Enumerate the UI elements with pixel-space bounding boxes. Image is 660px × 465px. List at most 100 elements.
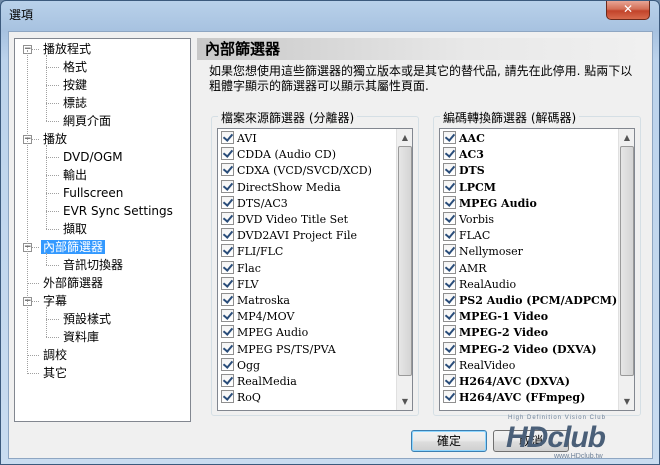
filter-checkbox[interactable] — [221, 228, 234, 242]
tree-item[interactable]: 輸出 — [61, 167, 89, 183]
filter-checkbox[interactable] — [443, 374, 456, 387]
transform-filter-item[interactable]: MPEG-2 Video (DXVA) — [443, 341, 597, 358]
transform-filter-item[interactable]: LPCM — [443, 179, 496, 196]
filter-checkbox[interactable] — [443, 212, 456, 225]
filter-checkbox[interactable] — [221, 276, 234, 290]
scroll-up-icon[interactable]: ▲ — [619, 129, 634, 146]
filter-checkbox[interactable] — [443, 179, 456, 193]
filter-checkbox[interactable] — [443, 163, 456, 177]
source-filter-item[interactable]: DVD Video Title Set — [221, 212, 348, 228]
filter-checkbox[interactable] — [443, 131, 456, 144]
source-filters-list[interactable]: AVI CDDA (Audio CD) CDXA (VCD/SVCD/XCD) Dir… — [217, 128, 413, 411]
title-bar[interactable]: 選項 ✕ — [1, 1, 659, 27]
filter-checkbox[interactable] — [443, 147, 456, 161]
transform-filter-item[interactable]: PS2 Audio (PCM/ADPCM) — [443, 293, 617, 309]
filter-checkbox[interactable] — [221, 341, 234, 355]
source-filter-item[interactable]: Flac — [221, 260, 261, 277]
filter-checkbox[interactable] — [221, 163, 234, 177]
scroll-down-icon[interactable]: ▼ — [619, 393, 634, 410]
filter-checkbox[interactable] — [221, 244, 234, 258]
source-filter-item[interactable]: DTS/AC3 — [221, 195, 288, 212]
filter-checkbox[interactable] — [221, 357, 234, 371]
source-filter-item[interactable]: FLI/FLC — [221, 244, 283, 260]
transform-filter-item[interactable]: RealAudio — [443, 276, 516, 293]
filter-checkbox[interactable] — [221, 325, 234, 339]
filter-checkbox[interactable] — [443, 357, 456, 371]
tree-item[interactable]: EVR Sync Settings — [61, 203, 175, 219]
source-filter-item[interactable]: MP4/MOV — [221, 309, 294, 325]
transform-filter-item[interactable]: RealVideo — [443, 357, 515, 374]
ok-button[interactable]: 確定 — [411, 430, 487, 452]
transform-filter-item[interactable]: MPEG-1 Video — [443, 309, 548, 325]
tree-item[interactable]: 播放程式 — [41, 41, 93, 57]
source-filter-item[interactable]: MPEG PS/TS/PVA — [221, 341, 336, 358]
tree-item[interactable]: 網頁介面 — [61, 113, 113, 129]
tree-item[interactable]: 資料庫 — [61, 329, 101, 345]
tree-branch-line — [46, 253, 47, 265]
filter-checkbox[interactable] — [443, 276, 456, 290]
filter-checkbox[interactable] — [443, 325, 456, 339]
transform-filter-item[interactable]: MPEG-2 Video — [443, 325, 548, 341]
source-filter-item[interactable]: RealMedia — [221, 374, 297, 390]
tree-item[interactable]: Fullscreen — [61, 185, 125, 201]
tree-item[interactable]: 格式 — [61, 59, 89, 75]
tree-item[interactable]: DVD/OGM — [61, 149, 125, 165]
transform-filter-item[interactable]: DTS — [443, 163, 485, 179]
tree-item[interactable]: 預設樣式 — [61, 311, 113, 327]
filter-checkbox[interactable] — [443, 390, 456, 404]
tree-item[interactable]: 音訊切換器 — [61, 257, 125, 273]
transform-filter-item[interactable]: AMR — [443, 260, 487, 277]
filter-checkbox[interactable] — [443, 341, 456, 355]
tree-item[interactable]: 內部篩選器 — [41, 239, 106, 255]
source-filter-item[interactable]: MPEG Audio — [221, 325, 308, 341]
scroll-up-icon[interactable]: ▲ — [397, 129, 412, 146]
filter-checkbox[interactable] — [443, 260, 456, 274]
filter-checkbox[interactable] — [221, 390, 234, 404]
source-filter-item[interactable]: Ogg — [221, 357, 260, 374]
filter-checkbox[interactable] — [221, 212, 234, 225]
filter-checkbox[interactable] — [221, 195, 234, 209]
transform-filter-item[interactable]: Vorbis — [443, 212, 494, 228]
source-scrollbar[interactable]: ▲ ▼ — [396, 129, 412, 410]
filter-checkbox[interactable] — [221, 179, 234, 193]
filter-checkbox[interactable] — [443, 228, 456, 242]
transform-scrollbar[interactable]: ▲ ▼ — [618, 129, 634, 410]
filter-checkbox[interactable] — [221, 260, 234, 274]
source-filter-item[interactable]: CDDA (Audio CD) — [221, 147, 336, 163]
tree-item[interactable]: 按鍵 — [61, 77, 89, 93]
filter-checkbox[interactable] — [221, 374, 234, 387]
source-filter-item[interactable]: DVD2AVI Project File — [221, 228, 357, 244]
filter-checkbox[interactable] — [221, 293, 234, 306]
filter-checkbox[interactable] — [443, 309, 456, 323]
filter-checkbox[interactable] — [443, 195, 456, 209]
filter-checkbox[interactable] — [443, 293, 456, 306]
tree-item[interactable]: 標誌 — [61, 95, 89, 111]
transform-filter-item[interactable]: FLAC — [443, 228, 490, 244]
transform-filter-item[interactable]: AAC — [443, 131, 485, 147]
filter-checkbox[interactable] — [443, 244, 456, 258]
tree-item[interactable]: 外部篩選器 — [41, 275, 105, 291]
source-filter-item[interactable]: AVI — [221, 131, 257, 147]
transform-filters-list[interactable]: AAC AC3 DTS LPCM MPEG Audio Vorbis FLAC Nellymo… — [439, 128, 635, 411]
close-button[interactable]: ✕ — [606, 1, 650, 20]
transform-filter-item[interactable]: H264/AVC (DXVA) — [443, 374, 570, 390]
tree-item[interactable]: 擷取 — [61, 221, 89, 237]
tree-item[interactable]: 調校 — [41, 347, 69, 363]
transform-filter-item[interactable]: MPEG Audio — [443, 195, 537, 212]
scroll-down-icon[interactable]: ▼ — [397, 393, 412, 410]
filter-checkbox[interactable] — [221, 147, 234, 161]
scroll-thumb[interactable] — [398, 146, 412, 376]
transform-filter-item[interactable]: AC3 — [443, 147, 484, 163]
source-filter-item[interactable]: FLV — [221, 276, 259, 293]
source-filter-item[interactable]: RoQ — [221, 390, 261, 406]
filter-checkbox[interactable] — [221, 309, 234, 323]
transform-filter-item[interactable]: H264/AVC (FFmpeg) — [443, 390, 585, 406]
source-filter-item[interactable]: CDXA (VCD/SVCD/XCD) — [221, 163, 372, 179]
transform-filter-item[interactable]: Nellymoser — [443, 244, 523, 260]
filter-checkbox[interactable] — [221, 131, 234, 144]
source-filter-item[interactable]: Matroska — [221, 293, 290, 309]
source-filter-item[interactable]: DirectShow Media — [221, 179, 341, 196]
tree-item[interactable]: 其它 — [41, 365, 69, 381]
options-tree[interactable]: 播放程式 − 格式 按鍵 標誌 網頁介面 播放 − DVD/OGM 輸出 Fullscreen EVR… — [14, 38, 191, 422]
scroll-thumb[interactable] — [620, 146, 634, 376]
